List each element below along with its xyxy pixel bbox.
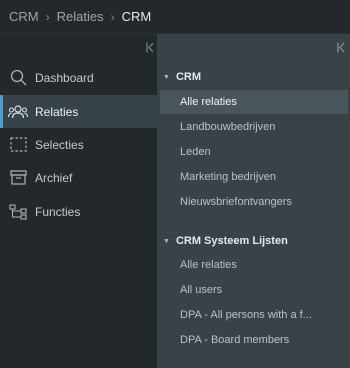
archive-box-icon bbox=[8, 169, 28, 187]
list-item-label: Marketing bedrijven bbox=[180, 171, 276, 183]
nav-item-label: Selecties bbox=[35, 137, 84, 152]
list-item-marketing-bedrijven[interactable]: Marketing bedrijven bbox=[160, 165, 348, 189]
group-title: CRM bbox=[175, 71, 201, 83]
breadcrumb-item-crm[interactable]: CRM bbox=[9, 9, 39, 24]
nav-item-selecties[interactable]: Selecties bbox=[0, 128, 157, 161]
search-icon bbox=[8, 69, 28, 87]
nav-item-functies[interactable]: Functies bbox=[0, 195, 157, 228]
list-item-landbouwbedrijven[interactable]: Landbouwbedrijven bbox=[160, 115, 348, 139]
list-item-dpa-all-persons[interactable]: DPA - All persons with a f... bbox=[160, 303, 348, 327]
list-item-leden[interactable]: Leden bbox=[160, 140, 348, 164]
main-sidebar: Dashboard Relaties Selecties Archief Fun… bbox=[0, 34, 157, 368]
collapse-sidebar-icon[interactable] bbox=[145, 41, 155, 53]
list-item-dpa-board-members[interactable]: DPA - Board members bbox=[160, 328, 348, 352]
nav-item-label: Functies bbox=[35, 204, 81, 219]
list-item-label: DPA - Board members bbox=[180, 334, 290, 346]
list-item-alle-relaties-systeem[interactable]: Alle relaties bbox=[160, 253, 348, 277]
group-title: CRM Systeem Lijsten bbox=[175, 235, 288, 247]
group-header-crm-systeem-lijsten[interactable]: ▼ CRM Systeem Lijsten bbox=[163, 233, 288, 249]
list-item-nieuwsbriefontvangers[interactable]: Nieuwsbriefontvangers bbox=[160, 190, 348, 214]
list-item-label: Alle relaties bbox=[180, 96, 237, 108]
list-item-label: DPA - All persons with a f... bbox=[180, 309, 312, 321]
collapse-panel-icon[interactable] bbox=[336, 41, 346, 53]
nav-item-archief[interactable]: Archief bbox=[0, 161, 157, 194]
list-item-label: All users bbox=[180, 284, 223, 296]
nav-item-relaties[interactable]: Relaties bbox=[0, 95, 157, 128]
nav-item-label: Relaties bbox=[35, 104, 79, 119]
nav-item-label: Dashboard bbox=[35, 70, 94, 85]
triangle-down-icon: ▼ bbox=[163, 237, 170, 245]
list-item-alle-relaties[interactable]: Alle relaties bbox=[160, 90, 348, 114]
breadcrumb: CRM › Relaties › CRM bbox=[0, 0, 350, 34]
hierarchy-icon bbox=[8, 203, 28, 221]
people-icon bbox=[8, 103, 28, 121]
group-header-crm[interactable]: ▼ CRM bbox=[163, 69, 201, 85]
list-item-label: Alle relaties bbox=[180, 259, 237, 271]
list-item-label: Landbouwbedrijven bbox=[180, 121, 276, 133]
dashed-square-icon bbox=[8, 136, 28, 154]
breadcrumb-current: CRM bbox=[121, 9, 152, 24]
list-item-label: Nieuwsbriefontvangers bbox=[180, 196, 292, 208]
list-item-all-users[interactable]: All users bbox=[160, 278, 348, 302]
breadcrumb-separator: › bbox=[45, 9, 50, 24]
triangle-down-icon: ▼ bbox=[163, 73, 170, 81]
breadcrumb-separator: › bbox=[110, 9, 115, 24]
nav-item-dashboard[interactable]: Dashboard bbox=[0, 61, 157, 94]
list-panel: ▼ CRM Alle relaties Landbouwbedrijven Le… bbox=[157, 34, 350, 368]
nav-item-label: Archief bbox=[35, 170, 73, 185]
breadcrumb-item-relaties[interactable]: Relaties bbox=[57, 9, 104, 24]
list-item-label: Leden bbox=[180, 146, 211, 158]
